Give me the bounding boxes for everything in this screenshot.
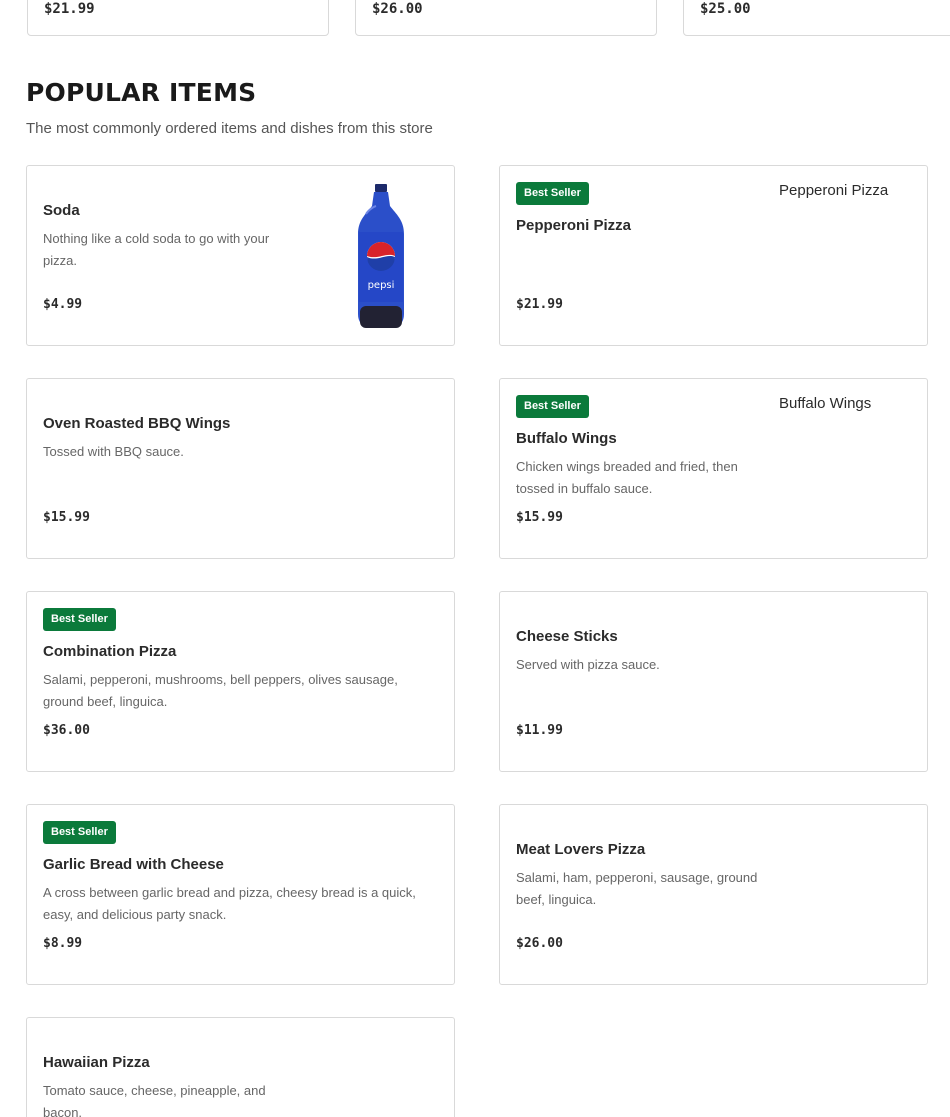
item-name: Pepperoni Pizza [516, 217, 632, 234]
menu-item-card[interactable]: Oven Roasted BBQ Wings Tossed with BBQ s… [26, 378, 455, 559]
section-title: POPULAR ITEMS [26, 78, 257, 107]
item-name: Buffalo Wings [516, 430, 617, 447]
item-price: $26.00 [372, 1, 423, 17]
item-image-alt: Buffalo Wings [779, 395, 871, 412]
item-price: $4.99 [43, 297, 83, 312]
item-description: Salami, pepperoni, mushrooms, bell peppe… [43, 672, 398, 709]
item-price: $36.00 [43, 723, 90, 738]
menu-item-card[interactable]: Soda Nothing like a cold soda to go with… [26, 165, 455, 346]
menu-card-partial[interactable]: $25.00 [683, 0, 950, 36]
item-name: Meat Lovers Pizza [516, 841, 646, 858]
item-name: Garlic Bread with Cheese [43, 856, 224, 873]
best-seller-badge: Best Seller [516, 395, 589, 418]
menu-item-card[interactable]: Best Seller Pepperoni Pizza $21.99 Peppe… [499, 165, 928, 346]
section-subtitle: The most commonly ordered items and dish… [26, 120, 433, 137]
menu-card-partial[interactable]: $26.00 [355, 0, 657, 36]
item-price: $25.00 [700, 1, 751, 17]
menu-item-card[interactable]: Cheese Sticks Served with pizza sauce. $… [499, 591, 928, 772]
item-price: $21.99 [44, 1, 95, 17]
item-price: $26.00 [516, 936, 563, 951]
item-price: $21.99 [516, 297, 563, 312]
menu-card-partial[interactable]: $21.99 [27, 0, 329, 36]
menu-item-card[interactable]: Best Seller Buffalo Wings Chicken wings … [499, 378, 928, 559]
bottle-label: pepsi [368, 280, 395, 291]
item-name: Hawaiian Pizza [43, 1054, 150, 1071]
item-description: Tossed with BBQ sauce. [43, 444, 184, 459]
item-price: $11.99 [516, 723, 563, 738]
item-price: $15.99 [43, 510, 90, 525]
item-name: Cheese Sticks [516, 628, 618, 645]
menu-item-card[interactable]: Best Seller Combination Pizza Salami, pe… [26, 591, 455, 772]
image-alt-text: Pepperoni Pizza [779, 182, 889, 199]
item-description: Served with pizza sauce. [516, 657, 660, 672]
item-name: Soda [43, 202, 80, 219]
item-name: Oven Roasted BBQ Wings [43, 415, 231, 432]
item-price: $8.99 [43, 936, 83, 951]
soda-bottle-image: pepsi [358, 184, 404, 328]
item-description: Chicken wings breaded and fried, then to… [516, 459, 738, 496]
item-description: A cross between garlic bread and pizza, … [43, 885, 416, 922]
best-seller-badge: Best Seller [43, 821, 116, 844]
image-alt-text: Buffalo Wings [779, 395, 872, 412]
item-name: Combination Pizza [43, 643, 177, 660]
best-seller-badge: Best Seller [516, 182, 589, 205]
menu-item-card[interactable]: Best Seller Garlic Bread with Cheese A c… [26, 804, 455, 985]
item-image-alt: Pepperoni Pizza [779, 182, 888, 199]
menu-item-card[interactable]: Meat Lovers Pizza Salami, ham, pepperoni… [499, 804, 928, 985]
menu-item-card[interactable]: Hawaiian Pizza Tomato sauce, cheese, pin… [26, 1017, 455, 1117]
best-seller-badge: Best Seller [43, 608, 116, 631]
item-description: Nothing like a cold soda to go with your… [43, 231, 270, 268]
item-price: $15.99 [516, 510, 563, 525]
item-description: Tomato sauce, cheese, pineapple, and bac… [43, 1083, 266, 1117]
item-description: Salami, ham, pepperoni, sausage, ground … [516, 870, 758, 907]
